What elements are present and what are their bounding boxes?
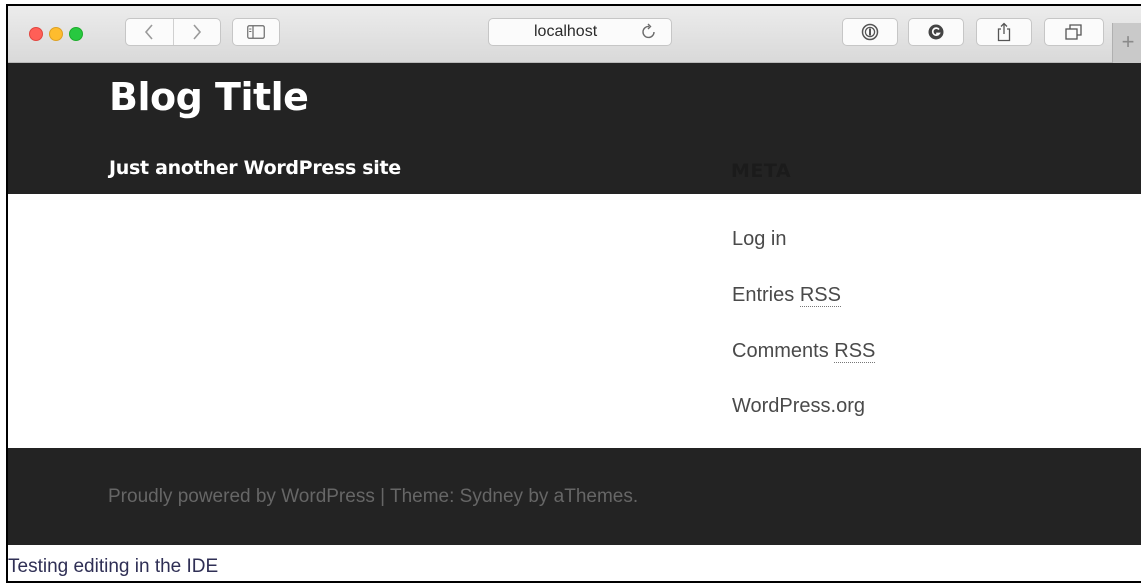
grammarly-icon bbox=[928, 24, 944, 40]
reload-icon[interactable] bbox=[641, 23, 657, 46]
forward-button[interactable] bbox=[172, 19, 221, 45]
meta-link-wordpress-org[interactable]: WordPress.org bbox=[732, 395, 865, 418]
address-text: localhost bbox=[534, 23, 598, 40]
back-icon bbox=[145, 24, 153, 40]
site-tagline: Just another WordPress site bbox=[109, 157, 401, 179]
meta-link-label: Entries bbox=[732, 284, 795, 306]
rss-abbr: RSS bbox=[834, 340, 876, 363]
sidebar-icon bbox=[247, 25, 265, 39]
forward-icon bbox=[193, 24, 201, 40]
meta-link-login[interactable]: Log in bbox=[732, 228, 787, 251]
meta-link-comments-rss[interactable]: Comments RSS bbox=[732, 340, 876, 363]
address-bar[interactable]: localhost bbox=[488, 18, 672, 46]
share-button[interactable] bbox=[976, 18, 1032, 46]
sidebar-toggle-button[interactable] bbox=[232, 18, 280, 46]
minimize-window-button[interactable] bbox=[49, 27, 63, 41]
browser-toolbar: localhost + bbox=[8, 6, 1141, 63]
new-tab-button[interactable]: + bbox=[1112, 23, 1141, 63]
zoom-window-button[interactable] bbox=[69, 27, 83, 41]
close-window-button[interactable] bbox=[29, 27, 43, 41]
rss-abbr: RSS bbox=[799, 284, 841, 307]
site-footer: Proudly powered by WordPress | Theme: Sy… bbox=[8, 448, 1141, 545]
share-icon bbox=[997, 22, 1011, 42]
site-header: Blog Title Just another WordPress site M… bbox=[8, 63, 1141, 194]
tabs-icon bbox=[1065, 24, 1082, 40]
site-title[interactable]: Blog Title bbox=[109, 75, 309, 119]
browser-window: localhost + Blog Title Just another Word… bbox=[6, 4, 1141, 583]
show-tabs-button[interactable] bbox=[1044, 18, 1104, 46]
password-extension-button[interactable] bbox=[842, 18, 898, 46]
meta-widget-title: META bbox=[731, 160, 792, 182]
grammarly-extension-button[interactable] bbox=[908, 18, 964, 46]
password-manager-icon bbox=[861, 23, 879, 41]
meta-link-label: Log in bbox=[732, 228, 787, 250]
footer-credits: Proudly powered by WordPress | Theme: Sy… bbox=[108, 486, 639, 507]
ide-test-text: Testing editing in the IDE bbox=[8, 556, 219, 577]
meta-link-label: WordPress.org bbox=[732, 395, 866, 417]
navigation-buttons bbox=[125, 18, 221, 46]
meta-link-label: Comments bbox=[732, 340, 829, 362]
meta-link-entries-rss[interactable]: Entries RSS bbox=[732, 284, 841, 307]
back-button[interactable] bbox=[126, 19, 173, 45]
